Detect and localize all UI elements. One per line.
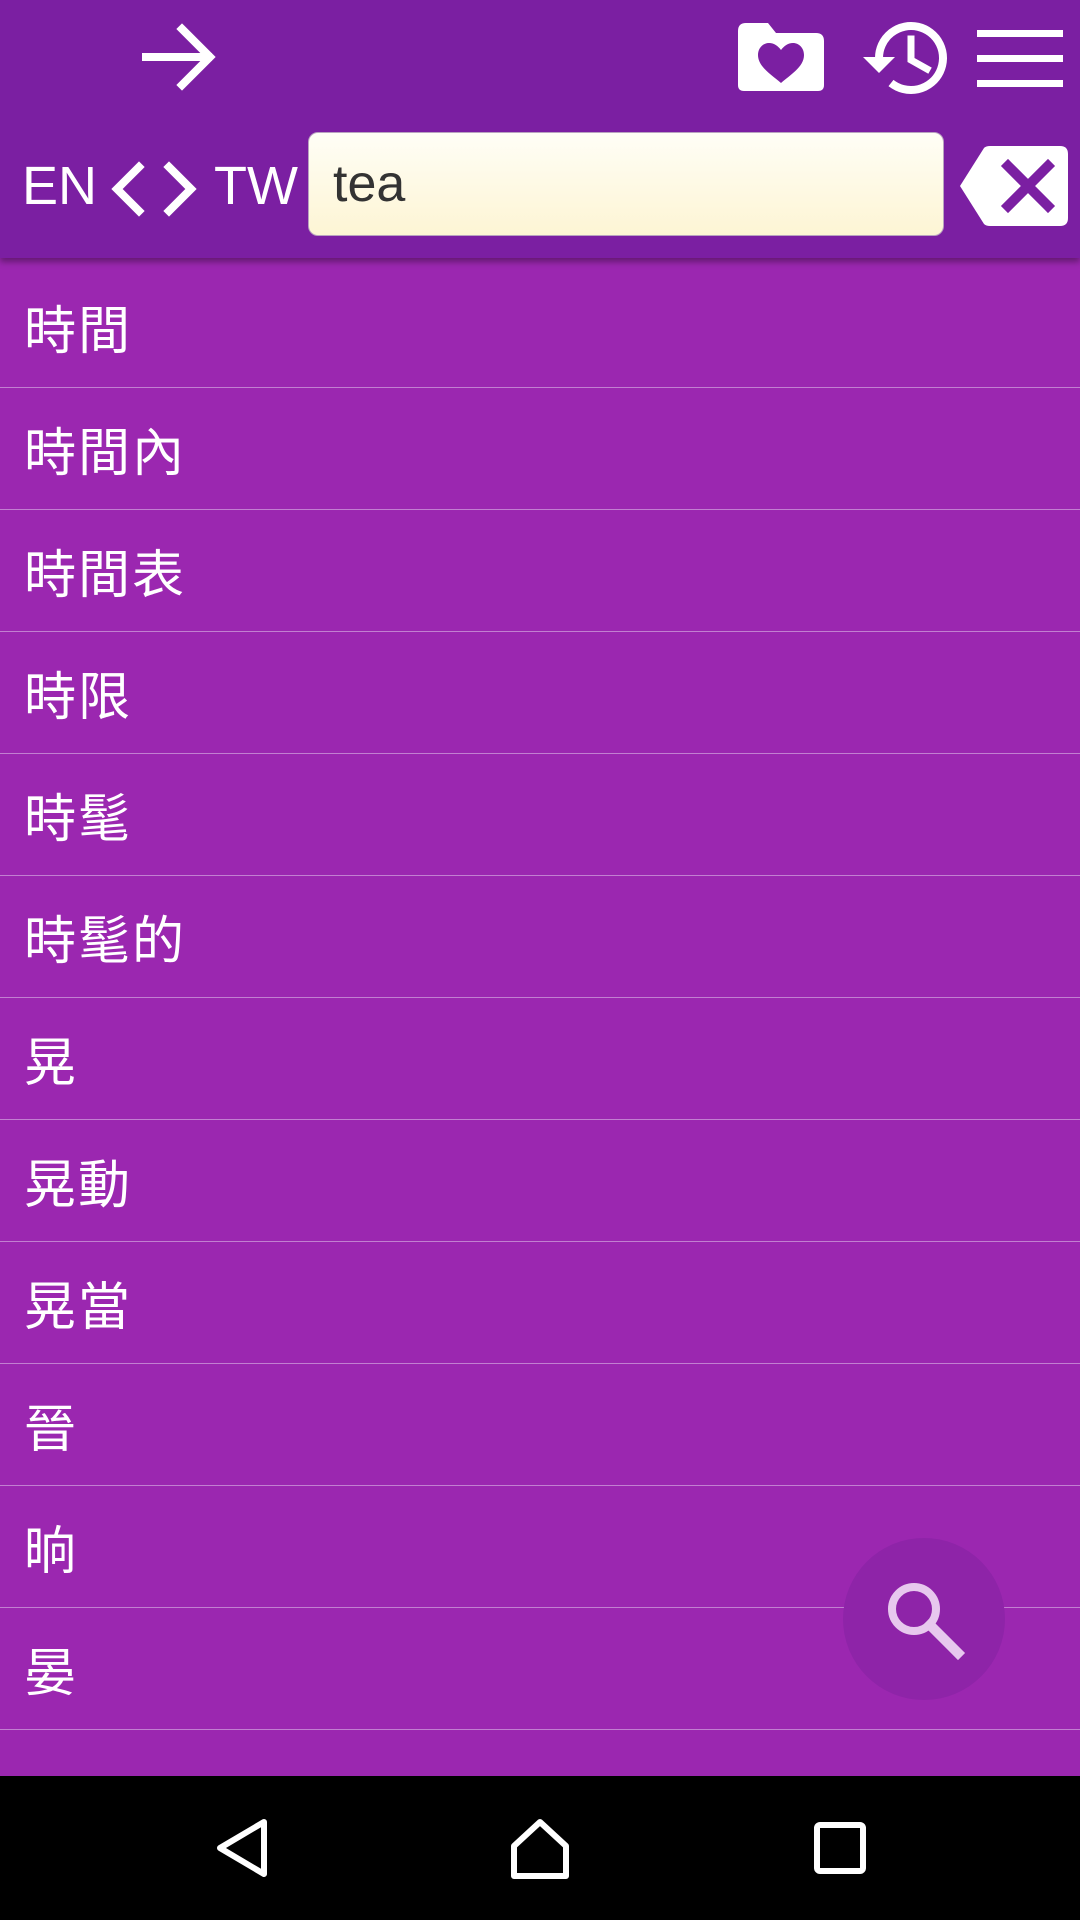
result-row[interactable]: 時間	[0, 266, 1080, 388]
nav-home-icon	[511, 1819, 569, 1879]
result-row[interactable]: 時髦的	[0, 876, 1080, 998]
nav-back-button[interactable]	[200, 1806, 284, 1890]
top-toolbar: EN TW	[0, 0, 1080, 258]
backspace-clear-icon	[960, 146, 1068, 226]
result-row[interactable]: 時間內	[0, 388, 1080, 510]
clear-search-button[interactable]	[958, 144, 1070, 228]
chevron-left-icon	[111, 161, 145, 217]
app-screen: EN TW 時間 時間內 時間表	[0, 0, 1080, 1920]
result-word: 時髦的	[24, 912, 187, 972]
result-row[interactable]: 晃動	[0, 1120, 1080, 1242]
swap-language-right-button[interactable]	[158, 158, 204, 220]
favorites-button[interactable]	[728, 14, 832, 100]
language-row: EN TW	[0, 130, 1080, 242]
menu-button[interactable]	[972, 18, 1068, 98]
result-word: 時間內	[24, 424, 187, 484]
history-button[interactable]	[848, 10, 954, 106]
result-row[interactable]: 時限	[0, 632, 1080, 754]
target-language-label[interactable]: TW	[214, 156, 298, 216]
arrow-right-icon	[142, 23, 216, 91]
result-row[interactable]: 時間表	[0, 510, 1080, 632]
system-navigation-bar	[0, 1776, 1080, 1920]
result-word: 晌	[24, 1522, 79, 1582]
result-word: 時限	[24, 668, 133, 728]
search-icon	[888, 1583, 966, 1661]
chevron-right-icon	[163, 161, 197, 217]
result-word: 晃動	[24, 1156, 133, 1216]
swap-language-left-button[interactable]	[104, 158, 150, 220]
result-row[interactable]: 晉	[0, 1364, 1080, 1486]
result-word: 時髦	[24, 790, 133, 850]
result-word: 時間表	[24, 546, 187, 606]
folder-heart-icon	[738, 23, 824, 91]
result-row[interactable]: 晃	[0, 998, 1080, 1120]
nav-back-icon	[217, 1819, 267, 1877]
result-word: 時間	[24, 302, 133, 362]
nav-home-button[interactable]	[498, 1806, 582, 1890]
result-word: 晃	[24, 1034, 79, 1094]
result-word: 晏	[24, 1644, 79, 1704]
result-row[interactable]: 時髦	[0, 754, 1080, 876]
results-list: 時間 時間內 時間表 時限 時髦 時髦的 晃 晃動 晃當 晉 晌 晏	[0, 266, 1080, 1730]
back-button[interactable]	[130, 14, 230, 100]
hamburger-menu-icon	[977, 30, 1063, 87]
history-icon	[863, 22, 947, 94]
result-row[interactable]: 晃當	[0, 1242, 1080, 1364]
result-word: 晉	[24, 1400, 79, 1460]
result-word: 晃當	[24, 1278, 133, 1338]
nav-recents-button[interactable]	[798, 1806, 882, 1890]
search-input[interactable]	[308, 132, 944, 236]
search-fab-button[interactable]	[843, 1538, 1005, 1700]
nav-recents-icon	[814, 1822, 866, 1874]
source-language-label[interactable]: EN	[22, 156, 97, 216]
